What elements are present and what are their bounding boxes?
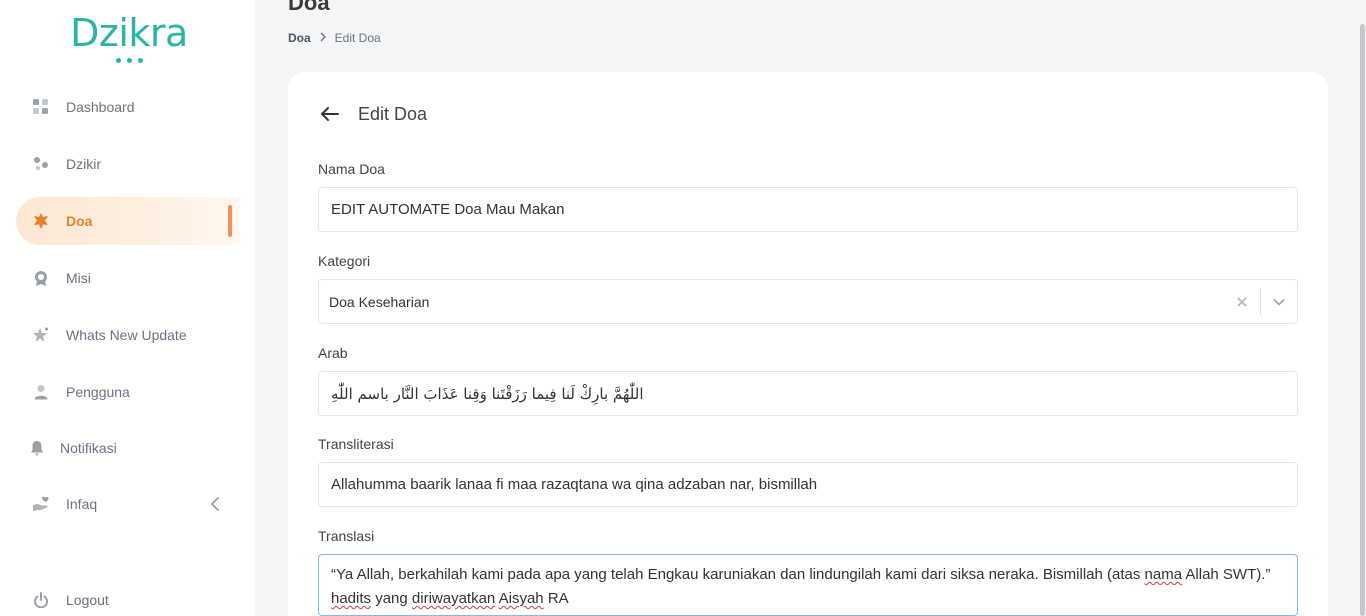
dashboard-grid-icon bbox=[32, 98, 50, 116]
sidebar-item-pengguna[interactable]: Pengguna bbox=[16, 368, 240, 416]
select-actions bbox=[1224, 280, 1297, 323]
transliterasi-input[interactable]: Allahumma baarik lanaa fi maa razaqtana … bbox=[318, 462, 1298, 507]
arab-label: Arab bbox=[318, 345, 348, 361]
breadcrumb-link-doa[interactable]: Doa bbox=[288, 31, 311, 45]
power-icon bbox=[32, 591, 50, 609]
transliterasi-value: Allahumma baarik lanaa fi maa razaqtana … bbox=[331, 476, 818, 493]
page-scrollbar[interactable] bbox=[1358, 0, 1366, 616]
card-title: Edit Doa bbox=[358, 103, 428, 124]
nama-doa-label: Nama Doa bbox=[318, 161, 385, 177]
bell-icon bbox=[28, 439, 46, 457]
translasi-text: Allah SWT).” bbox=[1182, 566, 1271, 583]
arab-value: اللّٰهُمَّ بارِكْ لَنا فِيما رَزَقْتَنا … bbox=[331, 384, 644, 403]
spellcheck-word: nama bbox=[1144, 566, 1183, 583]
translasi-textarea[interactable]: “Ya Allah, berkahilah kami pada apa yang… bbox=[318, 554, 1298, 616]
clear-icon[interactable] bbox=[1224, 296, 1260, 307]
kategori-label: Kategori bbox=[318, 253, 371, 269]
breadcrumb-current: Edit Doa bbox=[334, 31, 381, 45]
star-badge-icon bbox=[32, 212, 50, 230]
nama-doa-input[interactable]: EDIT AUTOMATE Doa Mau Makan bbox=[318, 187, 1298, 232]
dots-icon bbox=[32, 155, 50, 173]
sidebar-item-label: Dzikir bbox=[66, 156, 101, 172]
award-icon bbox=[32, 269, 50, 287]
sidebar-item-label: Notifikasi bbox=[60, 440, 117, 456]
sidebar-item-label: Logout bbox=[66, 592, 109, 608]
active-indicator bbox=[228, 205, 232, 237]
sparkle-star-icon bbox=[32, 326, 50, 344]
sidebar-item-whats-new-update[interactable]: Whats New Update bbox=[16, 311, 240, 359]
sidebar-item-dzikir[interactable]: Dzikir bbox=[16, 140, 240, 188]
sidebar-item-doa[interactable]: Doa bbox=[16, 197, 240, 245]
sidebar-item-label: Whats New Update bbox=[66, 327, 187, 343]
sidebar-item-notifikasi[interactable]: Notifikasi bbox=[16, 424, 240, 472]
sidebar-item-infaq[interactable]: Infaq bbox=[16, 480, 240, 528]
kategori-selected-value: Doa Keseharian bbox=[329, 293, 430, 310]
translasi-text: yang bbox=[371, 590, 412, 607]
scrollbar-thumb[interactable] bbox=[1360, 24, 1365, 616]
nama-doa-value: EDIT AUTOMATE Doa Mau Makan bbox=[331, 201, 565, 218]
user-icon bbox=[32, 383, 50, 401]
sidebar-item-misi[interactable]: Misi bbox=[16, 254, 240, 302]
spellcheck-word: diriwayatkan bbox=[411, 590, 496, 607]
sidebar-item-logout[interactable]: Logout bbox=[16, 576, 240, 616]
translasi-label: Translasi bbox=[318, 528, 375, 544]
sidebar-item-label: Infaq bbox=[66, 496, 98, 512]
kategori-select[interactable]: Doa Keseharian bbox=[318, 279, 1298, 324]
hand-heart-icon bbox=[32, 495, 50, 513]
page-title: Doa bbox=[288, 0, 330, 15]
translasi-text: RA bbox=[543, 590, 569, 607]
transliterasi-label: Transliterasi bbox=[318, 436, 394, 452]
spellcheck-word: Aisyah bbox=[498, 590, 544, 607]
sidebar-item-label: Pengguna bbox=[66, 384, 130, 400]
card-header: Edit Doa bbox=[318, 102, 427, 126]
sidebar: Dzikra Dashboard Dzikir Doa Misi Whats N… bbox=[0, 0, 255, 616]
breadcrumb: Doa Edit Doa bbox=[288, 31, 381, 45]
logo-dots bbox=[64, 58, 194, 63]
breadcrumb-separator-icon bbox=[319, 31, 327, 45]
sidebar-item-dashboard[interactable]: Dashboard bbox=[16, 83, 240, 131]
sidebar-item-label: Misi bbox=[66, 270, 91, 286]
translasi-text: “Ya Allah, berkahilah kami pada apa yang… bbox=[331, 566, 1145, 583]
chevron-left-icon[interactable] bbox=[210, 496, 220, 517]
sidebar-item-label: Dashboard bbox=[66, 99, 135, 115]
spellcheck-word: hadits bbox=[331, 590, 372, 607]
sidebar-item-label: Doa bbox=[66, 213, 93, 229]
chevron-down-icon[interactable] bbox=[1261, 298, 1297, 306]
back-arrow-icon[interactable] bbox=[318, 102, 342, 126]
arab-input[interactable]: اللّٰهُمَّ بارِكْ لَنا فِيما رَزَقْتَنا … bbox=[318, 371, 1298, 416]
edit-doa-card: Edit Doa Nama Doa EDIT AUTOMATE Doa Mau … bbox=[288, 72, 1328, 616]
logo-text: Dzikra bbox=[70, 11, 188, 55]
dzikra-logo[interactable]: Dzikra bbox=[64, 10, 194, 63]
